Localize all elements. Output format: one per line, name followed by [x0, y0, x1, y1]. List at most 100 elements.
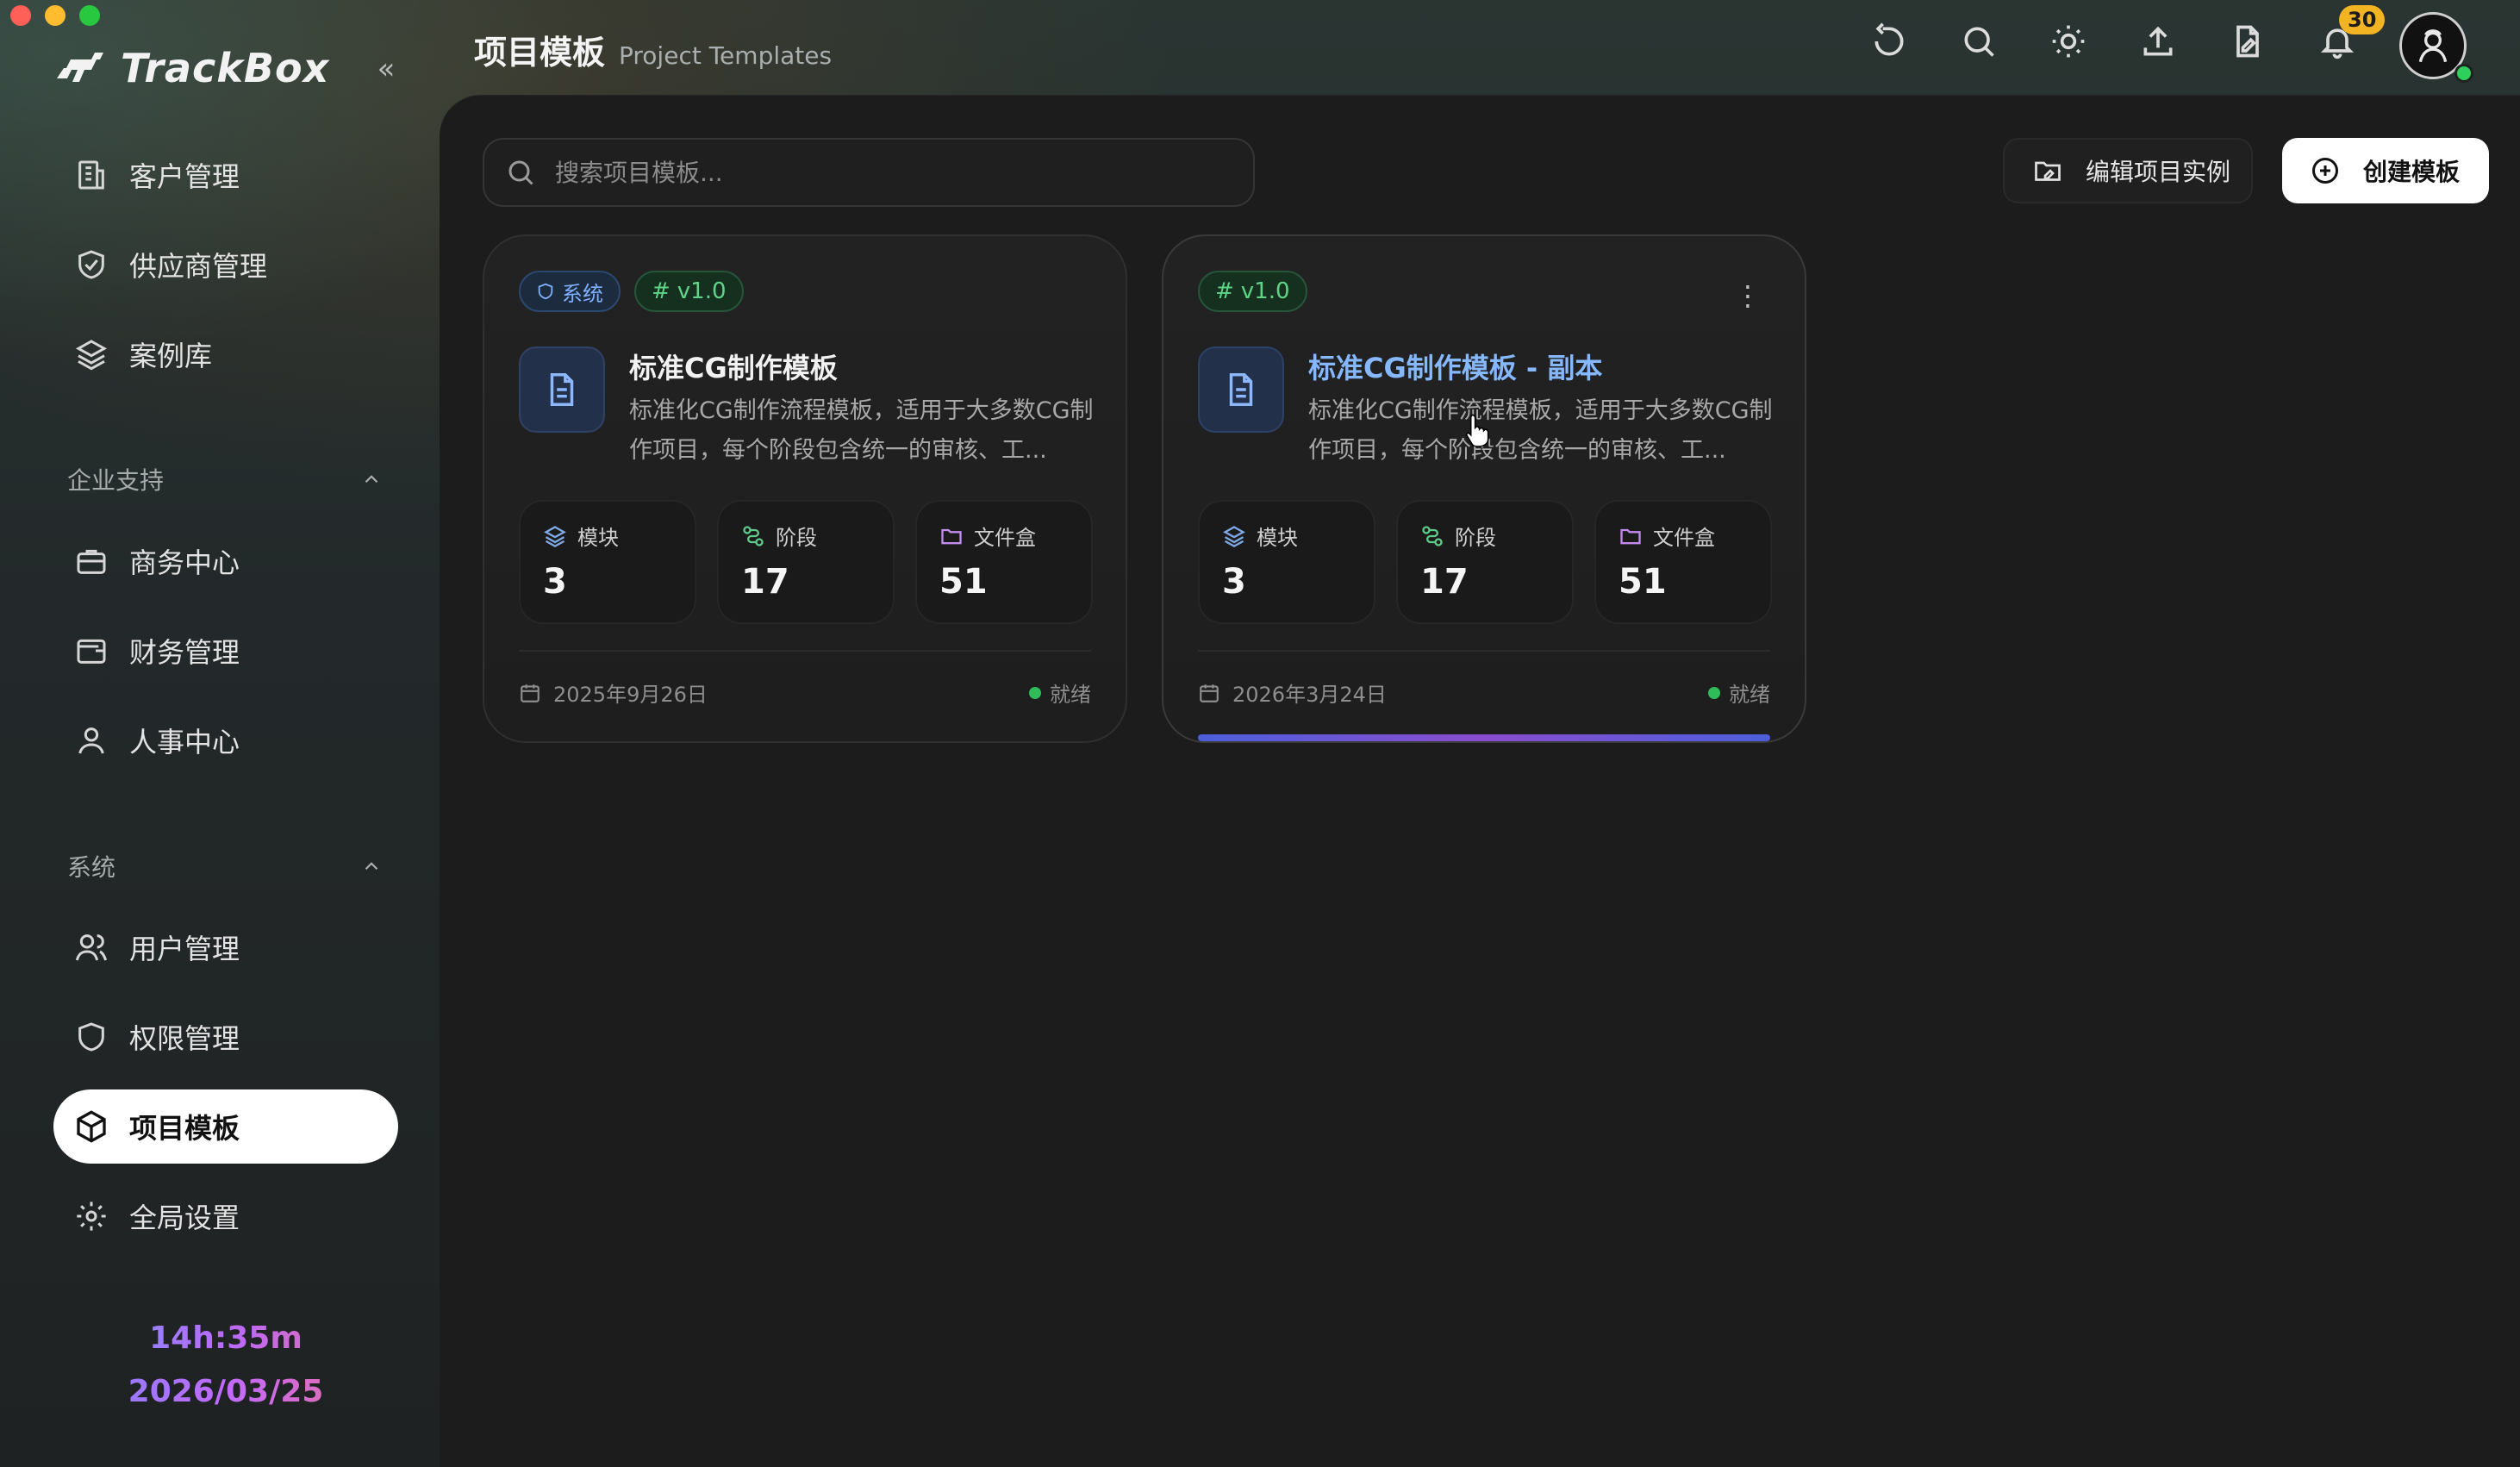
template-title: 标准CG制作模板 - 副本	[1308, 352, 1603, 384]
version-tag: # v1.0	[634, 271, 744, 312]
template-card[interactable]: 系统 # v1.0 标准CG制作模板 标准化CG制作流程模板，适用于大多数CG制…	[483, 234, 1127, 743]
stat-label: 文件盒	[939, 521, 1036, 551]
folder-icon	[1620, 528, 1641, 544]
card-hover-accent-bar	[1198, 734, 1770, 741]
edit-project-instance-button[interactable]: 编辑项目实例	[2003, 138, 2253, 203]
sidebar-item-customers[interactable]: 客户管理	[53, 138, 398, 212]
status-dot	[1029, 686, 1041, 699]
sidebar-item-project-templates[interactable]: 项目模板	[53, 1089, 398, 1164]
notifications-button[interactable]: 30	[2318, 5, 2386, 64]
route-icon	[1422, 525, 1443, 546]
stat-value: 17	[741, 562, 789, 602]
sidebar-item-users[interactable]: 用户管理	[53, 910, 398, 984]
folder-icon	[941, 528, 962, 544]
stat-value: 51	[1619, 562, 1667, 602]
status-dot	[1708, 686, 1720, 699]
sidebar-item-label: 案例库	[129, 340, 213, 372]
template-search-box[interactable]	[483, 138, 1255, 207]
template-date: 2025年9月26日	[519, 677, 708, 708]
handshake-shield-icon	[78, 250, 104, 279]
status-text: 就绪	[1729, 683, 1770, 707]
folder-edit-icon	[2035, 161, 2061, 181]
template-card[interactable]: # v1.0 ⋮ 标准CG制作模板 - 副本 标准化CG制作流程模板，适用于大多…	[1162, 234, 1806, 743]
sidebar: TrackBox « 客户管理 供应商管理 案例库 企业支持 商务中心 财务管理…	[0, 0, 440, 1467]
layers-icon	[544, 525, 566, 547]
stat-label-text: 阶段	[1455, 526, 1496, 550]
section-title: 企业支持	[67, 466, 165, 495]
card-tags: # v1.0	[1198, 271, 1307, 312]
app-logo[interactable]: TrackBox	[53, 45, 329, 91]
create-template-button[interactable]: 创建模板	[2282, 138, 2489, 203]
stat-stages: 阶段 17	[717, 500, 895, 624]
sidebar-item-suppliers[interactable]: 供应商管理	[53, 228, 398, 302]
template-icon-tile	[519, 346, 605, 433]
users-icon	[75, 934, 108, 961]
calendar-icon	[521, 684, 540, 702]
header-actions: 30	[1870, 5, 2386, 64]
sidebar-item-hr[interactable]: 人事中心	[53, 703, 398, 777]
sun-icon	[2052, 25, 2085, 58]
calendar-icon	[1200, 684, 1219, 702]
chevron-up-icon	[365, 862, 378, 871]
card-divider	[519, 650, 1091, 652]
page-title-text: 项目模板	[474, 34, 606, 72]
search-icon	[508, 160, 533, 185]
hash-icon: #	[652, 278, 671, 304]
stat-modules: 模块 3	[1198, 500, 1375, 624]
stat-modules: 模块 3	[519, 500, 696, 624]
stat-label-text: 文件盒	[1653, 526, 1715, 550]
refresh-button[interactable]	[1870, 22, 1912, 64]
upload-icon	[2143, 26, 2173, 56]
stat-label: 阶段	[741, 521, 817, 551]
online-status-dot	[2455, 64, 2473, 83]
sidebar-item-cases[interactable]: 案例库	[53, 317, 398, 391]
clock-time: 14h:35m	[0, 1320, 452, 1356]
template-title: 标准CG制作模板	[629, 352, 838, 384]
sidebar-item-business[interactable]: 商务中心	[53, 524, 398, 598]
version-label: v1.0	[1240, 278, 1290, 304]
app-name: TrackBox	[121, 45, 330, 91]
stat-label-text: 模块	[577, 526, 619, 550]
shield-icon	[538, 283, 553, 300]
plus-circle-icon	[2312, 158, 2338, 184]
stat-value: 3	[1222, 562, 1246, 602]
system-tag-label: 系统	[562, 281, 603, 306]
stat-label: 模块	[543, 521, 619, 551]
stat-file-boxes: 文件盒 51	[915, 500, 1093, 624]
search-input[interactable]	[553, 157, 1212, 188]
route-icon	[743, 525, 764, 546]
clock-date: 2026/03/25	[0, 1374, 452, 1409]
stat-label: 模块	[1222, 521, 1298, 551]
upload-button[interactable]	[2139, 22, 2180, 64]
sidebar-item-label: 财务管理	[129, 636, 240, 669]
stat-label: 阶段	[1420, 521, 1496, 551]
user-icon	[78, 727, 104, 754]
sidebar-item-label: 商务中心	[129, 546, 240, 579]
card-tags: 系统 # v1.0	[519, 271, 744, 312]
sidebar-item-finance[interactable]: 财务管理	[53, 614, 398, 688]
more-options-button[interactable]: ⋮	[1734, 279, 1762, 312]
sidebar-item-label: 项目模板	[129, 1112, 240, 1145]
version-label: v1.0	[677, 278, 727, 304]
file-edit-icon	[2236, 25, 2259, 58]
section-enterprise-header[interactable]: 企业支持	[67, 462, 383, 496]
collapse-sidebar-button[interactable]: «	[371, 53, 402, 84]
card-divider	[1198, 650, 1770, 652]
theme-toggle-button[interactable]	[2049, 22, 2091, 64]
sidebar-item-permissions[interactable]: 权限管理	[53, 1000, 398, 1074]
section-system-header[interactable]: 系统	[67, 849, 383, 883]
main-content: 编辑项目实例 创建模板 系统 # v1.0 标准CG制作模板 标准化CG制作流程…	[440, 95, 2520, 1467]
stat-value: 17	[1420, 562, 1469, 602]
sidebar-item-global-settings[interactable]: 全局设置	[53, 1179, 398, 1253]
stat-label-text: 模块	[1257, 526, 1298, 550]
stat-stages: 阶段 17	[1396, 500, 1574, 624]
sidebar-item-label: 全局设置	[129, 1202, 240, 1234]
search-button[interactable]	[1960, 22, 2001, 64]
file-edit-button[interactable]	[2229, 22, 2270, 64]
layers-icon	[75, 340, 108, 371]
template-date-text: 2025年9月26日	[553, 683, 708, 707]
search-icon	[1964, 27, 1994, 57]
status-text: 就绪	[1050, 683, 1091, 707]
stat-value: 3	[543, 562, 567, 602]
briefcase-icon	[77, 549, 106, 574]
